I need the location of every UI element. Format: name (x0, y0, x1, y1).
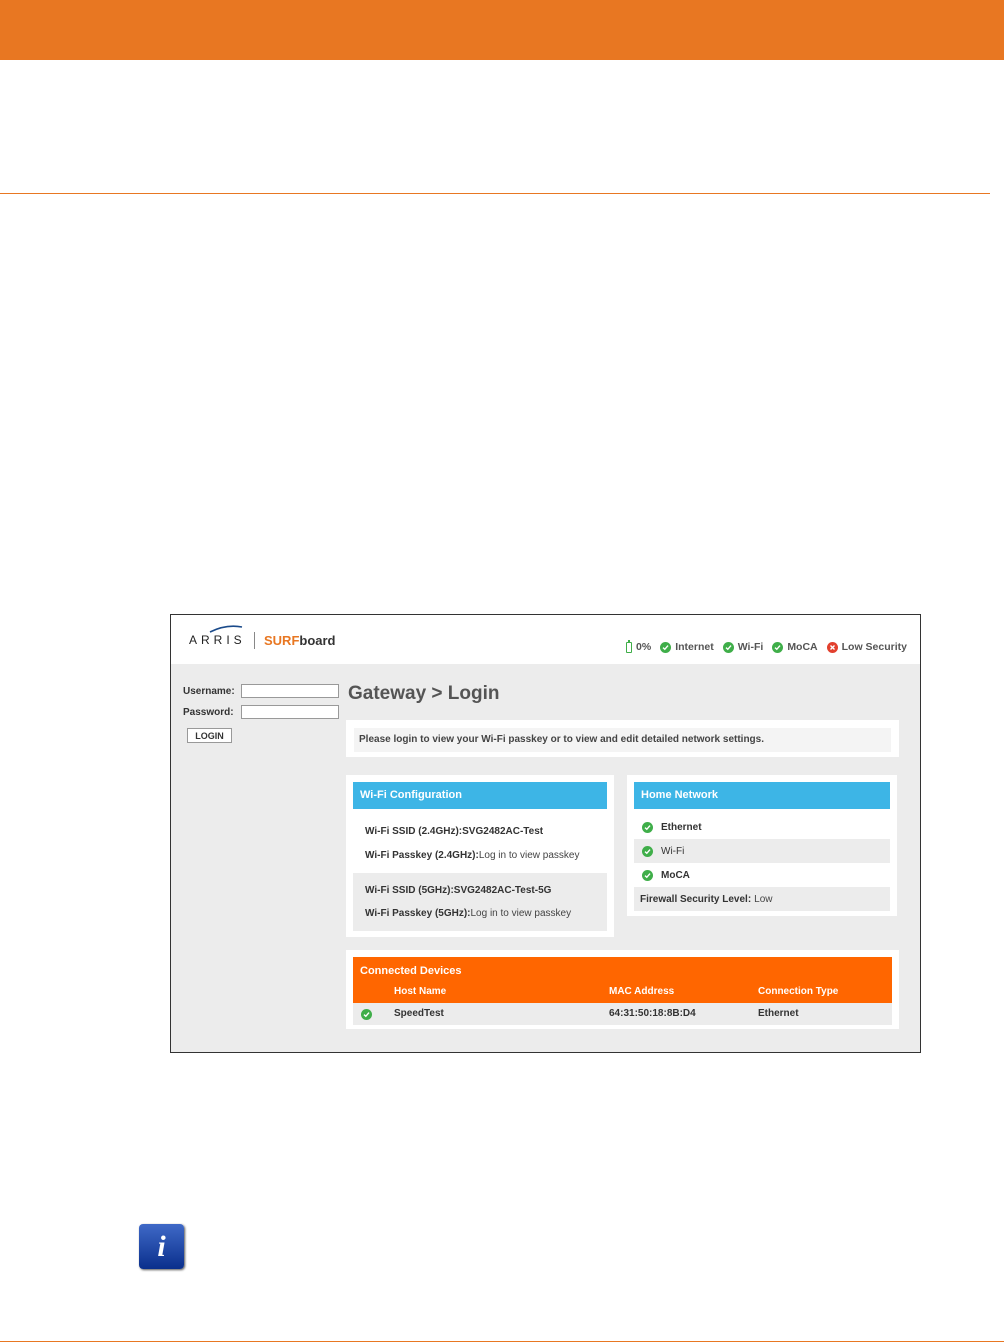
header-divider (0, 193, 990, 194)
passkey-24-value: Log in to view passkey (478, 850, 580, 861)
status-wifi: Wi-Fi (722, 641, 764, 653)
connected-devices-title: Connected Devices (360, 965, 462, 977)
passkey-5-value: Log in to view passkey (470, 908, 572, 919)
error-x-icon (826, 641, 838, 653)
status-label: MoCA (787, 641, 818, 653)
check-icon (772, 641, 784, 653)
status-label: Internet (675, 641, 714, 653)
home-network-item-label: MoCA (661, 869, 690, 881)
home-network-card: Home Network Ethernet Wi-Fi MoCA Firewal… (627, 775, 897, 916)
column-mac-address: MAC Address (609, 986, 675, 997)
column-host-name: Host Name (394, 986, 447, 997)
check-icon (660, 641, 672, 653)
status-security: Low Security (826, 641, 907, 653)
battery-value: 0% (636, 641, 652, 653)
arris-swoosh-icon (209, 625, 243, 633)
home-network-item-ethernet: Ethernet (634, 815, 890, 839)
device-host-name: SpeedTest (394, 1008, 444, 1019)
ssid-5-label: Wi-Fi SSID (5GHz): (365, 885, 454, 896)
login-notice: Please login to view your Wi-Fi passkey … (354, 728, 891, 752)
router-header: ARRIS SURFboard 0% Internet Wi-Fi MoCA L… (171, 615, 920, 664)
arris-logo: ARRIS (189, 633, 246, 647)
check-icon (361, 1009, 372, 1020)
footer-divider (0, 1341, 1004, 1342)
check-icon (722, 641, 734, 653)
ssid-24-label: Wi-Fi SSID (2.4GHz): (365, 826, 463, 837)
status-label: Low Security (841, 641, 907, 653)
wifi-5ghz-section (353, 873, 607, 931)
passkey-24-label: Wi-Fi Passkey (2.4GHz): (365, 850, 479, 861)
connected-devices-card: Connected Devices Host Name MAC Address … (346, 950, 899, 1029)
home-network-item-label: Ethernet (661, 821, 702, 833)
status-moca: MoCA (772, 641, 818, 653)
password-input[interactable] (241, 705, 339, 719)
home-network-item-wifi: Wi-Fi (634, 839, 890, 863)
status-label: Wi-Fi (737, 641, 764, 653)
wifi-passkey-24: Wi-Fi Passkey (2.4GHz):Log in to view pa… (365, 850, 579, 861)
password-row: Password: (183, 705, 339, 719)
table-row: SpeedTest 64:31:50:18:8B:D4 Ethernet (353, 1003, 892, 1025)
home-network-item-moca: MoCA (634, 863, 890, 887)
firewall-security-level: Firewall Security Level: Low (634, 887, 890, 911)
wifi-ssid-5: Wi-Fi SSID (5GHz):SVG2482AC-Test-5G (365, 885, 551, 896)
status-internet: Internet (660, 641, 714, 653)
firewall-label: Firewall Security Level: (640, 893, 752, 905)
check-icon (642, 821, 653, 833)
username-row: Username: (183, 684, 339, 698)
username-label: Username: (183, 685, 235, 697)
device-mac-address: 64:31:50:18:8B:D4 (609, 1008, 696, 1019)
firewall-value: Low (754, 893, 773, 905)
column-connection-type: Connection Type (758, 986, 839, 997)
board-text: board (299, 633, 336, 648)
router-body: Username: Password: LOGIN Gateway > Logi… (171, 664, 920, 1052)
surfboard-logo: SURFboard (264, 633, 336, 648)
connected-devices-header: Connected Devices Host Name MAC Address … (353, 957, 892, 1003)
battery-icon (626, 639, 633, 653)
router-ui-screenshot: ARRIS SURFboard 0% Internet Wi-Fi MoCA L… (170, 614, 921, 1053)
check-icon (642, 869, 653, 881)
login-button[interactable]: LOGIN (187, 728, 232, 743)
username-input[interactable] (241, 684, 339, 698)
passkey-5-label: Wi-Fi Passkey (5GHz): (365, 908, 471, 919)
info-icon: i (139, 1224, 184, 1269)
status-bar: 0% Internet Wi-Fi MoCA Low Security (617, 639, 907, 653)
device-connection-type: Ethernet (758, 1008, 799, 1019)
document-top-bar (0, 0, 1004, 60)
wifi-configuration-card: Wi-Fi Configuration Wi-Fi SSID (2.4GHz):… (346, 775, 614, 937)
logo-separator (254, 632, 255, 649)
status-battery: 0% (626, 639, 652, 653)
surf-text: SURF (264, 633, 300, 648)
wifi-ssid-24: Wi-Fi SSID (2.4GHz):SVG2482AC-Test (365, 826, 543, 837)
home-network-item-label: Wi-Fi (661, 845, 685, 857)
wifi-passkey-5: Wi-Fi Passkey (5GHz):Log in to view pass… (365, 908, 571, 919)
ssid-5-value: SVG2482AC-Test-5G (453, 885, 552, 896)
password-label: Password: (183, 706, 234, 718)
login-notice-card: Please login to view your Wi-Fi passkey … (346, 720, 899, 757)
check-icon (642, 845, 653, 857)
home-network-title: Home Network (634, 782, 890, 809)
ssid-24-value: SVG2482AC-Test (462, 826, 544, 837)
wifi-configuration-title: Wi-Fi Configuration (353, 782, 607, 809)
page-title: Gateway > Login (348, 683, 500, 704)
